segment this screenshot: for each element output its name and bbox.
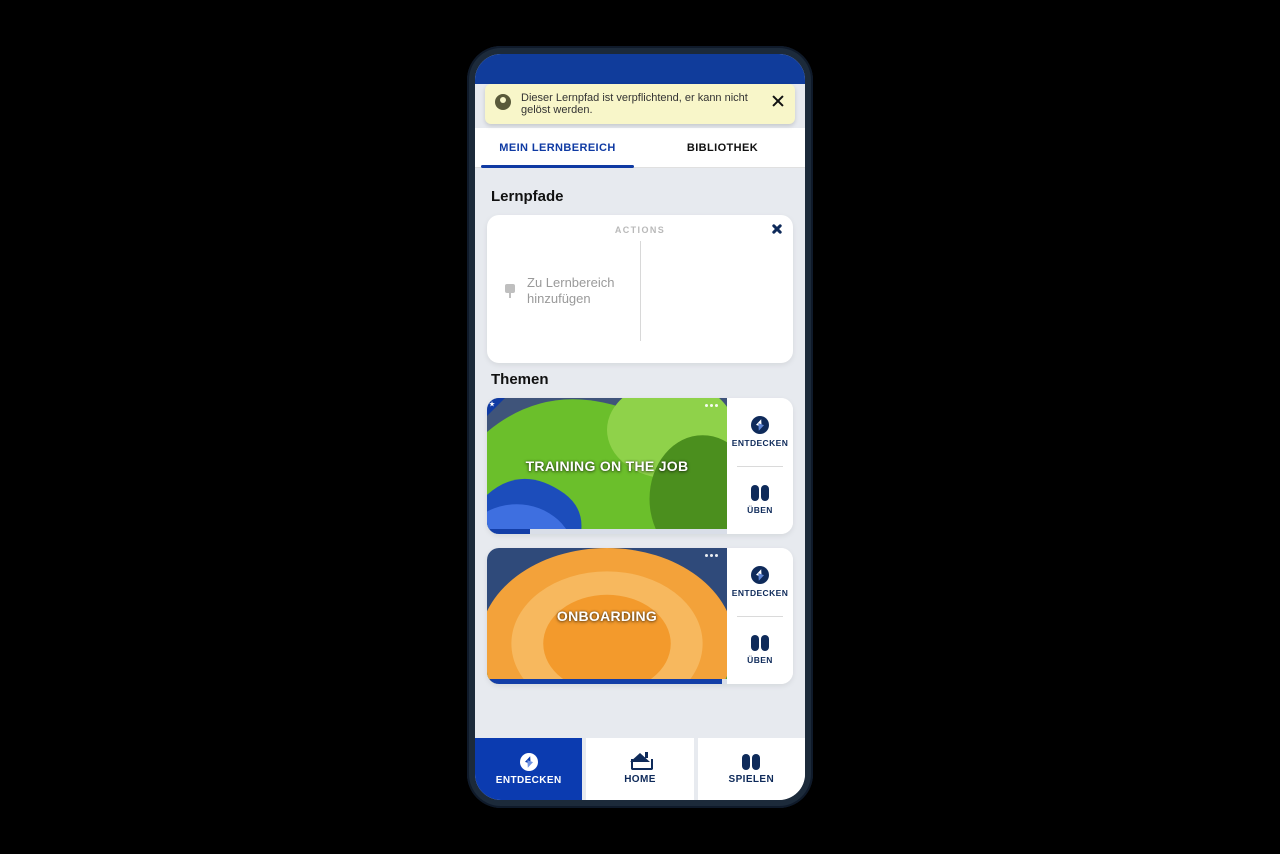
app-screen: Dieser Lernpfad ist verpflichtend, er ka… [475,54,805,800]
tab-mein-lernbereich[interactable]: MEIN LERNBEREICH [475,128,640,167]
brain-icon [751,485,769,501]
tab-bibliothek[interactable]: BIBLIOTHEK [640,128,805,167]
brain-icon [751,635,769,651]
status-bar [475,54,805,84]
nav-label: HOME [624,774,656,785]
nav-label: ENTDECKEN [496,775,562,786]
compass-icon [751,416,769,434]
nav-label: SPIELEN [729,774,775,785]
close-icon[interactable] [769,92,787,110]
theme-card: ONBOARDING ENTDECKEN ÜBEN [487,548,793,684]
tab-label: MEIN LERNBEREICH [499,142,615,154]
compass-icon [751,566,769,584]
close-icon[interactable] [769,221,785,237]
phone-frame: Dieser Lernpfad ist verpflichtend, er ka… [467,46,813,808]
lightbulb-icon [495,94,511,110]
theme-title: TRAINING ON THE JOB [487,398,727,534]
actions-header: ACTIONS [497,221,783,241]
theme-title: ONBOARDING [487,548,727,684]
progress-bar [487,529,727,534]
actions-card: ACTIONS Zu Lernbereich hinzufügen [487,215,793,363]
top-tabs: MEIN LERNBEREICH BIBLIOTHEK [475,128,805,168]
ueben-button[interactable]: ÜBEN [737,616,783,685]
theme-side-actions: ENTDECKEN ÜBEN [727,548,793,684]
section-title-themen: Themen [491,371,789,388]
divider [640,241,641,341]
ueben-button[interactable]: ÜBEN [737,466,783,535]
nav-home[interactable]: HOME [586,738,693,800]
entdecken-button[interactable]: ENTDECKEN [727,548,793,616]
button-label: ENTDECKEN [732,438,789,448]
brain-icon [742,754,760,770]
home-icon [631,754,649,770]
action-label: Zu Lernbereich hinzufügen [527,275,634,308]
content-scroll[interactable]: Lernpfade ACTIONS Zu Lernbereich hinzufü… [475,168,805,738]
nav-spielen[interactable]: SPIELEN [698,738,805,800]
theme-side-actions: ENTDECKEN ÜBEN [727,398,793,534]
theme-card: TRAINING ON THE JOB ENTDECKEN ÜBEN [487,398,793,534]
button-label: ÜBEN [747,505,773,515]
bottom-nav: ENTDECKEN HOME SPIELEN [475,738,805,800]
section-title-lernpfade: Lernpfade [491,188,789,205]
pin-icon [503,284,517,298]
progress-bar [487,679,727,684]
entdecken-button[interactable]: ENTDECKEN [727,398,793,466]
compass-icon [520,753,538,771]
button-label: ÜBEN [747,655,773,665]
toast-text: Dieser Lernpfad ist verpflichtend, er ka… [521,92,761,116]
info-toast: Dieser Lernpfad ist verpflichtend, er ka… [485,84,795,124]
nav-entdecken[interactable]: ENTDECKEN [475,738,582,800]
theme-hero[interactable]: TRAINING ON THE JOB [487,398,727,534]
action-add-to-area[interactable]: Zu Lernbereich hinzufügen [497,275,640,308]
button-label: ENTDECKEN [732,588,789,598]
tab-label: BIBLIOTHEK [687,142,758,154]
theme-hero[interactable]: ONBOARDING [487,548,727,684]
